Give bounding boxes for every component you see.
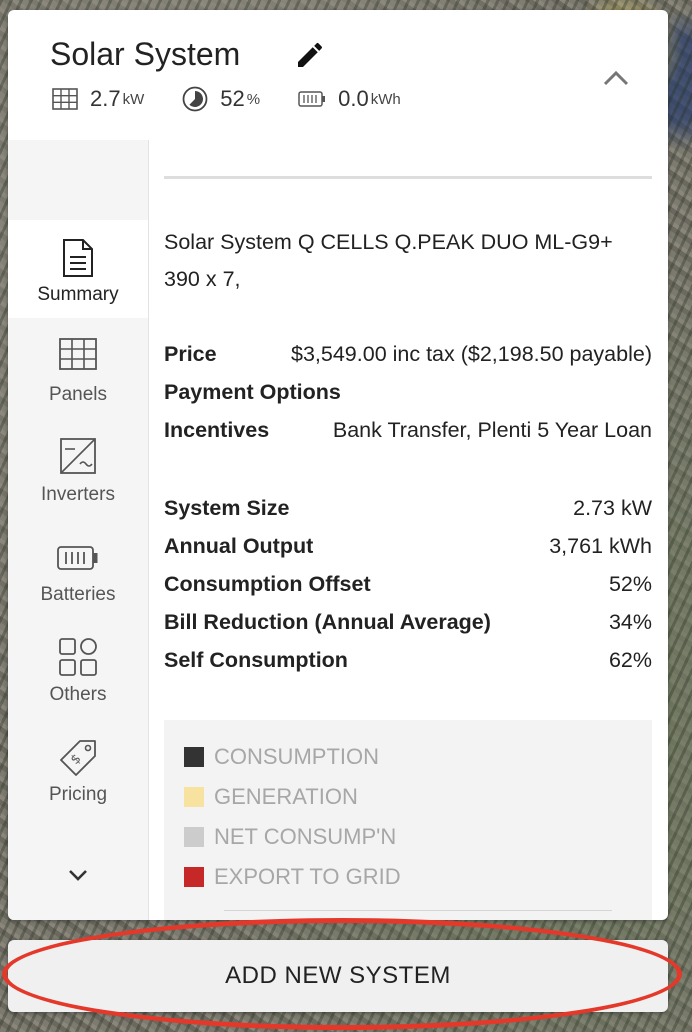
metric-row: Bill Reduction (Annual Average) 34% [164,610,652,635]
legend-label: CONSUMPTION [214,744,379,769]
edit-pencil-icon[interactable] [294,39,326,71]
stat-capacity: 2.7 kW [52,86,144,112]
metric-value: 34% [608,610,652,634]
sidebar-item-label: Panels [48,384,108,405]
sidebar-item-label: Inverters [41,484,115,505]
sidebar-item-pricing[interactable]: $ Pricing [8,720,148,818]
stat-offset-value: 52 [220,86,245,111]
legend-swatch [184,867,204,887]
sidebar-item-others[interactable]: Others [8,620,148,718]
price-tag-icon: $ [60,740,96,776]
sidebar-item-inverters[interactable]: Inverters [8,420,148,518]
metric-label: Annual Output [164,534,314,558]
metric-label: System Size [164,496,290,520]
legend-swatch [184,827,204,847]
stat-offset: 52 % [182,86,260,112]
incentives-label: Incentives [164,418,270,442]
sidebar-divider [148,140,149,920]
payment-options-label: Payment Options [164,380,341,404]
battery-icon [57,546,98,570]
incentives-row: Incentives Bank Transfer, Plenti 5 Year … [164,418,652,443]
sidebar-item-batteries[interactable]: Batteries [8,520,148,618]
chart-legend: CONSUMPTION GENERATION NET CONSUMP'N EXP… [164,720,652,920]
stat-storage: 0.0 kWh [298,86,401,112]
solar-panel-icon [52,88,78,110]
offset-pie-icon [182,86,208,112]
system-panel: Solar System 2.7 kW 52 % 0.0 kWh Summary… [8,10,668,920]
system-description: Solar System Q CELLS Q.PEAK DUO ML-G9+ 3… [164,230,613,291]
price-label: Price [164,342,217,366]
metric-value: 62% [608,648,652,672]
sidebar-item-summary[interactable]: Summary [8,220,148,318]
metric-label: Consumption Offset [164,572,371,596]
payment-options-row: Payment Options [164,380,652,405]
legend-label: GENERATION [214,784,358,809]
svg-text:$: $ [68,751,84,767]
panel-grid-icon [59,338,97,370]
section-divider [164,176,652,179]
legend-item-export-to-grid[interactable]: EXPORT TO GRID [184,864,401,890]
system-title: Solar System [50,36,241,72]
chevron-down-icon[interactable] [64,866,92,884]
highlight-ring [2,918,682,1030]
chevron-up-icon[interactable] [602,66,630,90]
stat-capacity-unit: kW [122,90,145,108]
metric-value: 3,761 kWh [549,534,652,558]
document-icon [63,239,93,277]
metric-row: Consumption Offset 52% [164,572,652,597]
price-row: Price $3,549.00 inc tax ($2,198.50 payab… [164,342,652,367]
metric-value: 52% [608,572,652,596]
stat-storage-value: 0.0 [338,86,369,111]
metric-row: Annual Output 3,761 kWh [164,534,652,559]
metric-label: Bill Reduction (Annual Average) [164,610,491,634]
stat-storage-unit: kWh [370,90,401,108]
price-value: $3,549.00 inc tax ($2,198.50 payable) [291,342,652,366]
sidebar-item-label: Pricing [48,784,108,805]
legend-divider [224,910,612,911]
inverter-icon [60,438,96,474]
sidebar-item-label: Summary [37,284,119,305]
legend-item-consumption[interactable]: CONSUMPTION [184,744,379,770]
sidebar-item-label: Batteries [40,584,116,605]
stat-capacity-value: 2.7 [90,86,121,111]
metric-label: Self Consumption [164,648,348,672]
system-header: Solar System 2.7 kW 52 % 0.0 kWh [8,10,668,140]
metric-row: Self Consumption 62% [164,648,652,673]
legend-item-generation[interactable]: GENERATION [184,784,358,810]
stat-offset-unit: % [246,90,261,108]
legend-item-net-consumption[interactable]: NET CONSUMP'N [184,824,396,850]
metric-row: System Size 2.73 kW [164,496,652,521]
sidebar-item-label: Others [49,684,107,705]
sidebar-item-panels[interactable]: Panels [8,320,148,418]
legend-label: NET CONSUMP'N [214,824,397,849]
battery-icon [298,91,326,107]
legend-swatch [184,787,204,807]
apps-grid-icon [59,638,97,676]
summary-content[interactable]: Solar System Q CELLS Q.PEAK DUO ML-G9+ 3… [164,140,652,920]
system-stats: 2.7 kW 52 % 0.0 kWh [52,86,439,112]
incentives-value: Bank Transfer, Plenti 5 Year Loan [332,418,652,442]
legend-swatch [184,747,204,767]
metric-value: 2.73 kW [573,496,652,520]
section-sidebar: Summary Panels Inverters Batteries Other… [8,140,148,920]
legend-label: EXPORT TO GRID [214,864,401,889]
